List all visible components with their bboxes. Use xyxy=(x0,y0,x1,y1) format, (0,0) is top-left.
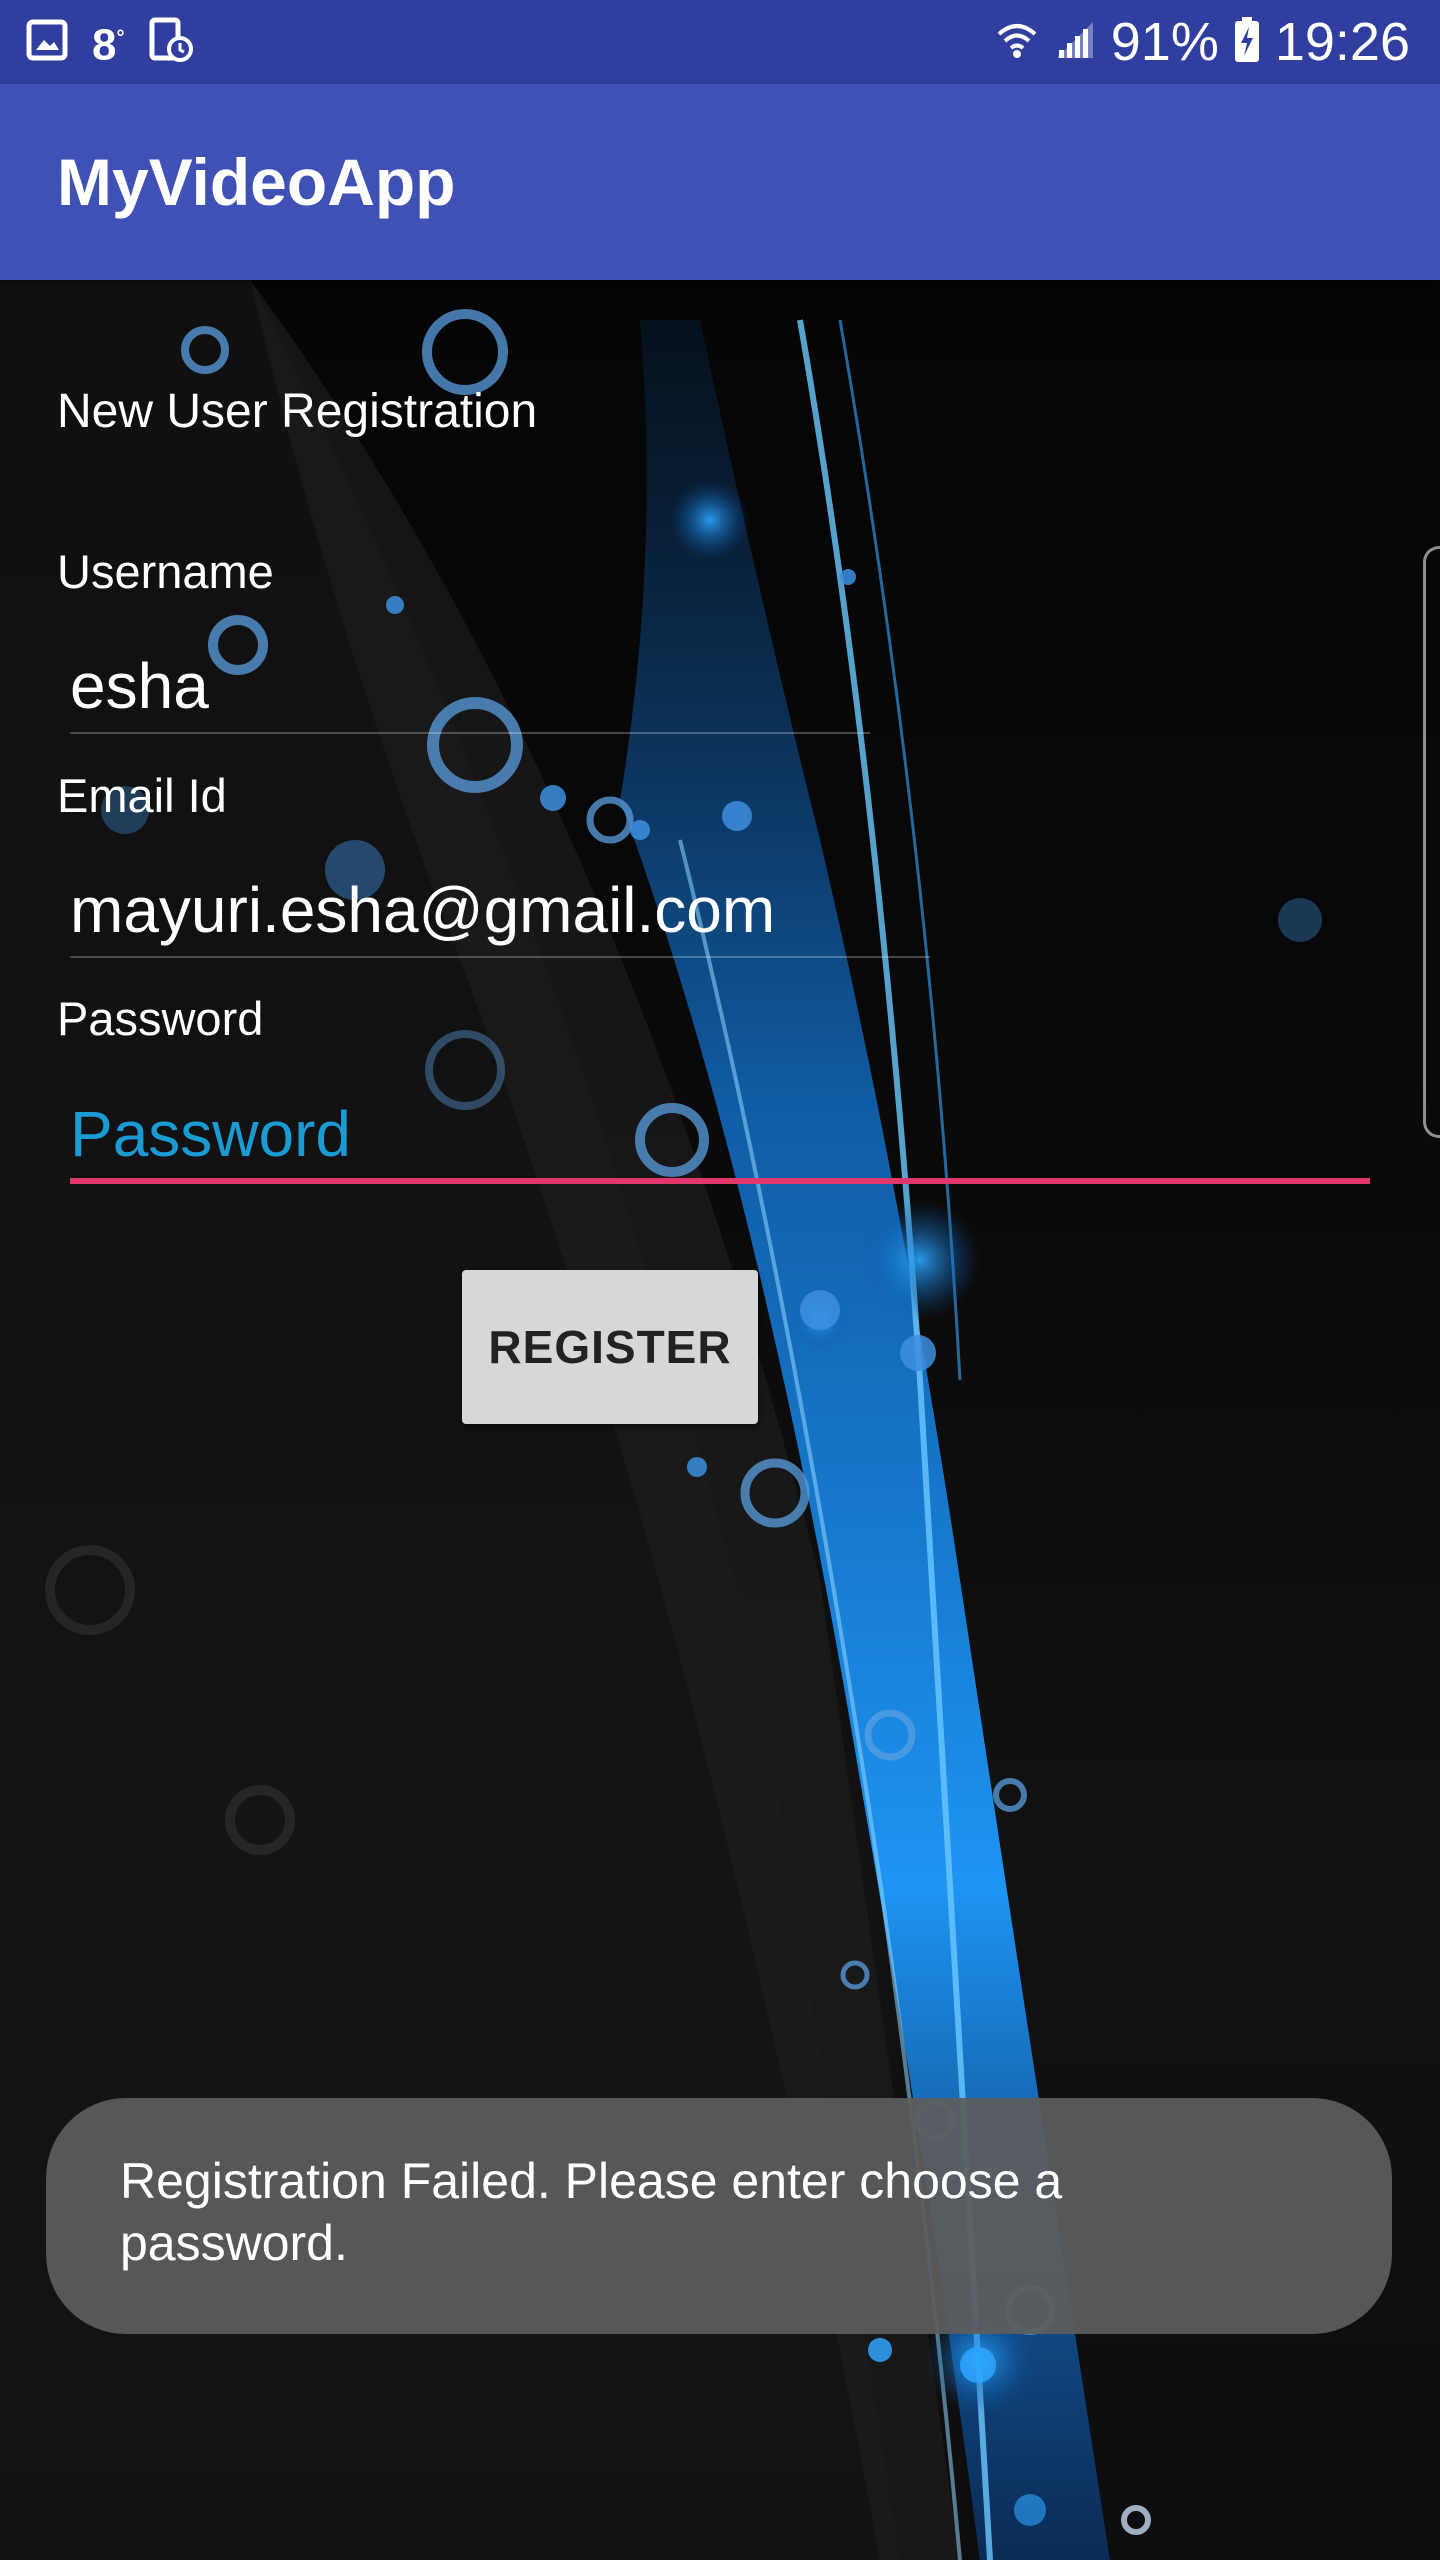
status-bar: 8° 91% 19:26 xyxy=(0,0,1440,84)
temperature-unit: ° xyxy=(116,27,125,50)
email-underline xyxy=(70,956,930,958)
toast-message: Registration Failed. Please enter choose… xyxy=(46,2098,1392,2334)
battery-charging-icon xyxy=(1233,16,1261,69)
toast-text: Registration Failed. Please enter choose… xyxy=(120,2153,1063,2271)
temperature-indicator: 8° xyxy=(92,14,124,70)
password-field[interactable]: Password xyxy=(70,1094,351,1174)
clock: 19:26 xyxy=(1274,12,1410,72)
username-label: Username xyxy=(57,545,274,598)
gallery-icon xyxy=(26,19,68,66)
signal-icon xyxy=(1053,18,1097,67)
username-field[interactable]: esha xyxy=(70,646,930,726)
register-button[interactable]: REGISTER xyxy=(462,1270,758,1424)
status-bar-right: 91% 19:26 xyxy=(995,14,1410,70)
battery-percentage: 91% xyxy=(1110,12,1219,72)
wifi-icon xyxy=(995,18,1039,67)
email-field[interactable]: mayuri.esha@gmail.com xyxy=(70,870,930,950)
device-clock-icon xyxy=(148,17,194,68)
app-title: MyVideoApp xyxy=(57,145,456,219)
app-bar: MyVideoApp xyxy=(0,84,1440,280)
temperature-value: 8 xyxy=(92,20,117,70)
status-bar-left: 8° xyxy=(26,17,194,69)
page-heading: New User Registration xyxy=(57,385,538,438)
email-label: Email Id xyxy=(57,769,227,822)
password-label: Password xyxy=(57,992,264,1045)
password-underline-focused xyxy=(70,1178,1370,1184)
username-underline xyxy=(70,732,870,734)
edge-panel-handle[interactable] xyxy=(1423,546,1440,1138)
